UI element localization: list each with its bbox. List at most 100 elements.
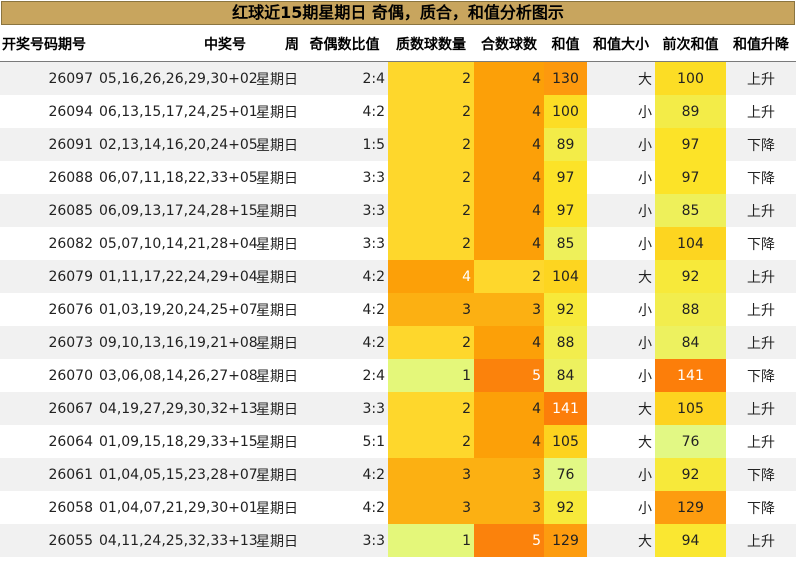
cell-numbers: 01,04,05,15,23,28+07 — [96, 458, 258, 491]
cell-prime: 3 — [388, 491, 474, 524]
cell-composite: 4 — [474, 128, 544, 161]
cell-sum: 92 — [544, 293, 587, 326]
cell-issue: 26088 — [0, 161, 96, 194]
cell-issue: 26079 — [0, 260, 96, 293]
cell-weekday: 星期日 — [248, 61, 301, 95]
cell-size: 小 — [587, 458, 655, 491]
cell-weekday: 星期日 — [248, 194, 301, 227]
cell-sum: 141 — [544, 392, 587, 425]
cell-issue: 26085 — [0, 194, 96, 227]
cell-issue: 26073 — [0, 326, 96, 359]
cell-issue: 26094 — [0, 95, 96, 128]
cell-prev-sum: 85 — [655, 194, 726, 227]
cell-prev-sum: 97 — [655, 128, 726, 161]
cell-prev-sum: 105 — [655, 392, 726, 425]
cell-prime: 3 — [388, 293, 474, 326]
cell-trend: 下降 — [726, 491, 796, 524]
cell-odd-even: 4:2 — [301, 95, 388, 128]
table-row: 26082 05,07,10,14,21,28+04 星期日 3:3 2 4 85 小 104 下… — [0, 227, 796, 260]
cell-sum: 92 — [544, 491, 587, 524]
cell-size: 大 — [587, 524, 655, 557]
cell-sum: 85 — [544, 227, 587, 260]
cell-trend: 上升 — [726, 61, 796, 95]
table-row: 26097 05,16,26,26,29,30+02 星期日 2:4 2 4 130 大 100… — [0, 61, 796, 95]
cell-composite: 3 — [474, 458, 544, 491]
cell-weekday: 星期日 — [248, 128, 301, 161]
cell-composite: 5 — [474, 524, 544, 557]
cell-size: 小 — [587, 491, 655, 524]
cell-issue: 26067 — [0, 392, 96, 425]
cell-numbers: 01,03,19,20,24,25+07 — [96, 293, 258, 326]
cell-numbers: 01,09,15,18,29,33+15 — [96, 425, 258, 458]
cell-issue: 26058 — [0, 491, 96, 524]
cell-composite: 4 — [474, 61, 544, 95]
cell-sum: 129 — [544, 524, 587, 557]
cell-prime: 2 — [388, 161, 474, 194]
cell-composite: 3 — [474, 293, 544, 326]
cell-prime: 3 — [388, 458, 474, 491]
cell-composite: 2 — [474, 260, 544, 293]
cell-weekday: 星期日 — [248, 425, 301, 458]
cell-trend: 上升 — [726, 524, 796, 557]
header-prime: 质数球数量 — [388, 27, 474, 62]
cell-odd-even: 1:5 — [301, 128, 388, 161]
cell-size: 大 — [587, 392, 655, 425]
cell-trend: 上升 — [726, 95, 796, 128]
cell-size: 大 — [587, 260, 655, 293]
cell-numbers: 06,07,11,18,22,33+05 — [96, 161, 258, 194]
header-prev-sum: 前次和值 — [655, 27, 726, 62]
cell-size: 小 — [587, 293, 655, 326]
cell-numbers: 02,13,14,16,20,24+05 — [96, 128, 258, 161]
cell-issue: 26082 — [0, 227, 96, 260]
table-row: 26085 06,09,13,17,24,28+15 星期日 3:3 2 4 97 小 85 上升 — [0, 194, 796, 227]
table-row: 26061 01,04,05,15,23,28+07 星期日 4:2 3 3 76 小 92 下降 — [0, 458, 796, 491]
cell-prev-sum: 89 — [655, 95, 726, 128]
cell-weekday: 星期日 — [248, 524, 301, 557]
cell-size: 小 — [587, 95, 655, 128]
table-row: 26073 09,10,13,16,19,21+08 星期日 4:2 2 4 88 小 84 上升 — [0, 326, 796, 359]
cell-weekday: 星期日 — [248, 293, 301, 326]
table-row: 26076 01,03,19,20,24,25+07 星期日 4:2 3 3 92 小 88 上升 — [0, 293, 796, 326]
cell-size: 大 — [587, 61, 655, 95]
cell-issue: 26097 — [0, 61, 96, 95]
cell-trend: 上升 — [726, 425, 796, 458]
cell-numbers: 05,16,26,26,29,30+02 — [96, 61, 258, 95]
cell-size: 小 — [587, 326, 655, 359]
header-issue: 开奖号码期号 — [0, 27, 96, 62]
cell-numbers: 04,11,24,25,32,33+13 — [96, 524, 258, 557]
cell-composite: 4 — [474, 95, 544, 128]
cell-sum: 88 — [544, 326, 587, 359]
cell-prev-sum: 84 — [655, 326, 726, 359]
cell-prev-sum: 97 — [655, 161, 726, 194]
cell-trend: 下降 — [726, 359, 796, 392]
header-trend: 和值升降 — [726, 27, 796, 62]
cell-prime: 2 — [388, 128, 474, 161]
cell-sum: 104 — [544, 260, 587, 293]
cell-trend: 上升 — [726, 194, 796, 227]
cell-size: 小 — [587, 194, 655, 227]
cell-sum: 97 — [544, 161, 587, 194]
table-row: 26079 01,11,17,22,24,29+04 星期日 4:2 4 2 104 大 92 上… — [0, 260, 796, 293]
cell-numbers: 09,10,13,16,19,21+08 — [96, 326, 258, 359]
cell-sum: 130 — [544, 61, 587, 95]
header-sum: 和值 — [544, 27, 587, 62]
cell-odd-even: 2:4 — [301, 359, 388, 392]
cell-numbers: 06,09,13,17,24,28+15 — [96, 194, 258, 227]
lottery-analysis-table: 开奖号码期号 中奖号 周 奇偶数比值 质数球数量 合数球数 和值 和值大小 前次… — [0, 27, 796, 557]
cell-trend: 下降 — [726, 458, 796, 491]
cell-weekday: 星期日 — [248, 161, 301, 194]
header-row: 开奖号码期号 中奖号 周 奇偶数比值 质数球数量 合数球数 和值 和值大小 前次… — [0, 27, 796, 62]
cell-odd-even: 3:3 — [301, 161, 388, 194]
table-row: 26091 02,13,14,16,20,24+05 星期日 1:5 2 4 89 小 97 下降 — [0, 128, 796, 161]
cell-numbers: 04,19,27,29,30,32+13 — [96, 392, 258, 425]
cell-prime: 1 — [388, 524, 474, 557]
cell-size: 小 — [587, 359, 655, 392]
cell-prev-sum: 141 — [655, 359, 726, 392]
cell-sum: 89 — [544, 128, 587, 161]
cell-prime: 2 — [388, 227, 474, 260]
cell-weekday: 星期日 — [248, 392, 301, 425]
cell-odd-even: 4:2 — [301, 458, 388, 491]
header-composite: 合数球数 — [474, 27, 544, 62]
cell-odd-even: 4:2 — [301, 491, 388, 524]
cell-issue: 26055 — [0, 524, 96, 557]
